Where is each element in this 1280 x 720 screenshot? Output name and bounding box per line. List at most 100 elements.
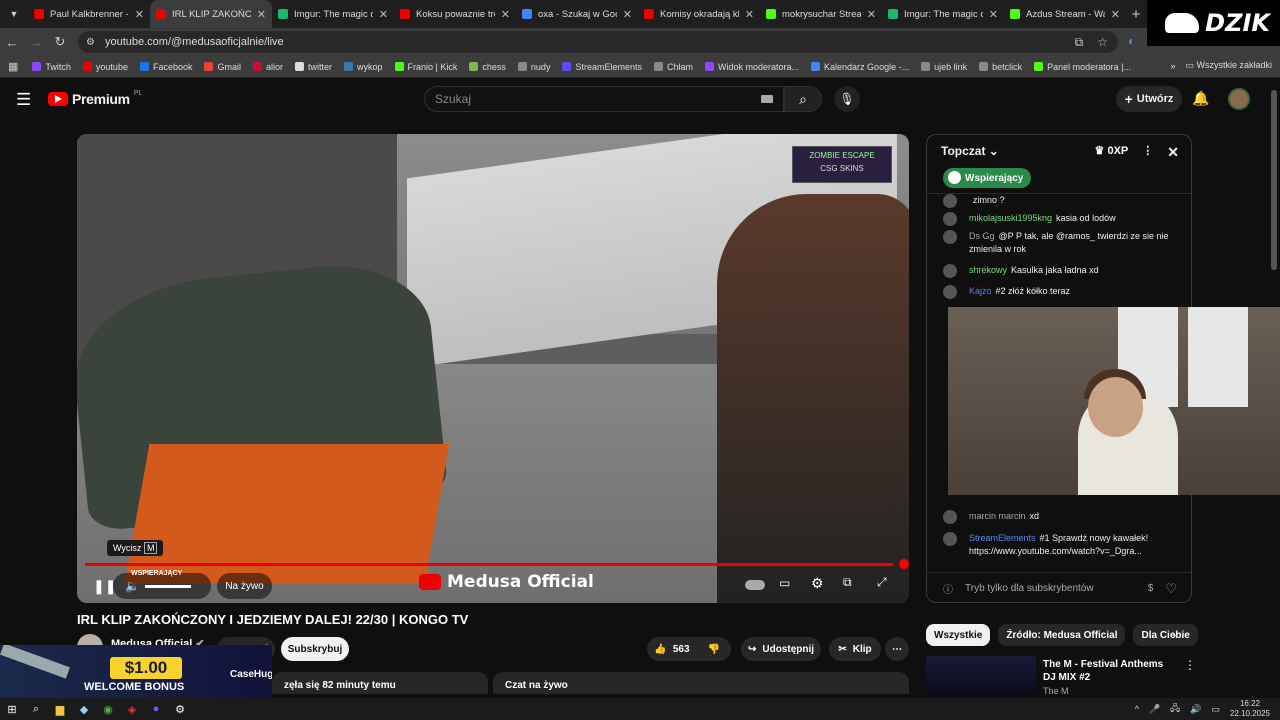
install-icon[interactable]: ⧉ <box>1075 35 1084 50</box>
chat-author[interactable]: Kajzo <box>969 286 992 296</box>
bookmark-item[interactable]: Kalendarz Google -... <box>805 62 915 72</box>
volume-icon[interactable]: 🔈 <box>125 579 140 593</box>
bookmark-item[interactable]: Chłam <box>648 62 699 72</box>
chat-avatar[interactable] <box>943 510 957 524</box>
bookmark-item[interactable]: Panel moderatora |... <box>1028 62 1137 72</box>
tray-chevron-icon[interactable]: ^ <box>1135 704 1139 714</box>
heart-icon[interactable]: ♡ <box>1165 581 1177 597</box>
reload-icon[interactable]: ↻ <box>48 34 72 50</box>
autoplay-toggle[interactable] <box>745 580 765 590</box>
discord-icon[interactable]: ● <box>144 698 168 720</box>
bookmark-item[interactable]: Gmail <box>198 62 247 72</box>
chat-avatar[interactable] <box>943 230 957 244</box>
create-button[interactable]: + Utwórz <box>1116 86 1182 112</box>
live-indicator[interactable]: Na żywo <box>217 573 272 599</box>
chat-xp[interactable]: ♛ 0XP <box>1095 144 1129 161</box>
settings-icon[interactable]: ⚙ <box>168 698 192 720</box>
clip-button[interactable]: ✂ Klip <box>829 637 881 661</box>
subtitles-icon[interactable]: ▭ <box>779 576 790 590</box>
tab-close-icon[interactable]: ✕ <box>867 8 876 21</box>
chat-avatar[interactable] <box>943 532 957 546</box>
battery-icon[interactable]: ▭ <box>1211 704 1220 715</box>
bookmark-star-icon[interactable]: ☆ <box>1097 35 1108 50</box>
bookmark-item[interactable]: ujeb link <box>915 62 973 72</box>
chat-mode-dropdown[interactable]: Topczat ⌄ <box>941 144 999 158</box>
chat-author[interactable]: Ds Gg <box>969 231 995 241</box>
bookmark-item[interactable]: StreamElements <box>556 62 648 72</box>
share-button[interactable]: ↪ Udostępnij <box>741 637 821 661</box>
browser-tab[interactable]: Komisy okradają klien✕ <box>638 0 760 28</box>
tab-close-icon[interactable]: ✕ <box>135 8 144 21</box>
chat-more-icon[interactable]: ⋮ <box>1142 144 1153 161</box>
chat-author[interactable]: StreamElements <box>969 533 1036 543</box>
related-video[interactable]: The M - Festival Anthems DJ MIX #2 The M… <box>926 656 1196 696</box>
app-icon[interactable]: ◆ <box>72 698 96 720</box>
chat-author[interactable]: marcin marcin <box>969 511 1026 521</box>
browser-tab[interactable]: Imgur: The magic of t✕ <box>272 0 394 28</box>
dislike-button[interactable]: 👎 <box>697 637 731 661</box>
browser-tab[interactable]: Koksu powaznie trem✕ <box>394 0 516 28</box>
tab-close-icon[interactable]: ✕ <box>379 8 388 21</box>
back-icon[interactable]: ← <box>0 35 24 50</box>
notifications-bell-icon[interactable]: 🔔 <box>1192 90 1209 107</box>
video-player[interactable]: ZOMBIE ESCAPE CSG SKINS Wycisz M ❚❚ 🔈 WS… <box>77 134 909 603</box>
apps-icon[interactable]: ▦ <box>6 60 26 73</box>
chrome-icon[interactable]: ◉ <box>96 698 120 720</box>
browser-tab[interactable]: IRL KLIP ZAKOŃC ✕ <box>150 0 272 28</box>
bookmark-item[interactable]: alior <box>247 62 289 72</box>
bookmark-item[interactable]: Twitch <box>26 62 77 72</box>
forward-icon[interactable]: → <box>24 35 48 50</box>
supporter-chat-badge[interactable]: Wspierający <box>943 168 1032 188</box>
casehug-ad[interactable]: $1.00 WELCOME BONUS CaseHug <box>0 645 272 698</box>
bookmark-item[interactable]: nudy <box>512 62 557 72</box>
tab-close-icon[interactable]: ✕ <box>623 8 632 21</box>
tab-close-icon[interactable]: ✕ <box>745 8 754 21</box>
filter-chip[interactable]: Wszystkie <box>926 624 991 646</box>
super-chat-icon[interactable]: $ <box>1148 583 1154 594</box>
chat-avatar[interactable] <box>943 264 957 278</box>
all-bookmarks-folder[interactable]: ▭ Wszystkie zakładki <box>1185 60 1272 71</box>
search-input[interactable]: Szukaj <box>424 86 784 112</box>
progress-handle[interactable] <box>899 559 909 569</box>
chat-avatar[interactable] <box>943 212 957 226</box>
like-button[interactable]: 👍 563 <box>647 637 697 661</box>
browser-tab[interactable]: Azdus Stream - Watc✕ <box>1004 0 1126 28</box>
filter-chip[interactable]: Źródło: Medusa Official <box>998 624 1126 646</box>
search-icon[interactable]: ⌕ <box>24 698 48 720</box>
keyboard-icon[interactable] <box>761 95 773 103</box>
more-actions-button[interactable]: ⋯ <box>885 637 909 661</box>
volume-control[interactable]: 🔈 WSPIERAJĄCY <box>113 570 211 599</box>
network-icon[interactable]: 🖧 <box>1170 701 1180 717</box>
volume-slider[interactable] <box>145 585 191 588</box>
bookmark-item[interactable]: betclick <box>973 62 1028 72</box>
windows-start-icon[interactable]: ⊞ <box>0 698 24 720</box>
chat-avatar[interactable] <box>943 194 957 208</box>
info-icon[interactable]: ⓘ <box>943 581 953 596</box>
account-avatar[interactable] <box>1228 88 1250 110</box>
app-red-icon[interactable]: ◈ <box>120 698 144 720</box>
related-thumbnail[interactable] <box>926 656 1036 696</box>
progress-bar[interactable] <box>85 563 893 566</box>
new-tab-icon[interactable]: + <box>1126 6 1146 23</box>
bookmark-item[interactable]: youtube <box>77 62 134 72</box>
speaker-icon[interactable]: 🔊 <box>1190 704 1201 715</box>
bookmark-item[interactable]: Widok moderatora... <box>699 62 805 72</box>
browser-tab[interactable]: oxa - Szukaj w Googl✕ <box>516 0 638 28</box>
live-chat-replay-box[interactable]: Czat na żywo <box>493 672 909 694</box>
filter-chip[interactable]: Dla Ciebie <box>1133 624 1198 646</box>
browser-tab[interactable]: Imgur: The magic of t✕ <box>882 0 1004 28</box>
chat-avatar[interactable] <box>943 285 957 299</box>
chat-author[interactable]: shrekowy <box>969 265 1007 275</box>
tab-search-icon[interactable]: ▼ <box>0 0 28 28</box>
mic-tray-icon[interactable]: 🎤 <box>1149 704 1160 715</box>
browser-tab[interactable]: Paul Kalkbrenner - Li✕ <box>28 0 150 28</box>
url-field[interactable]: ⚙ youtube.com/@medusaoficjalnie/live ⧉ ☆ <box>78 31 1118 53</box>
search-button[interactable]: ⌕ <box>784 86 822 112</box>
bookmark-item[interactable]: Facebook <box>134 62 199 72</box>
tab-close-icon[interactable]: ✕ <box>989 8 998 21</box>
page-scrollbar[interactable] <box>1271 90 1277 270</box>
browser-tab[interactable]: mokrysuchar Stream✕ <box>760 0 882 28</box>
bookmark-item[interactable]: wykop <box>338 62 389 72</box>
tab-close-icon[interactable]: ✕ <box>1111 8 1120 21</box>
clock[interactable]: 16:22 22.10.2025 <box>1230 699 1270 719</box>
